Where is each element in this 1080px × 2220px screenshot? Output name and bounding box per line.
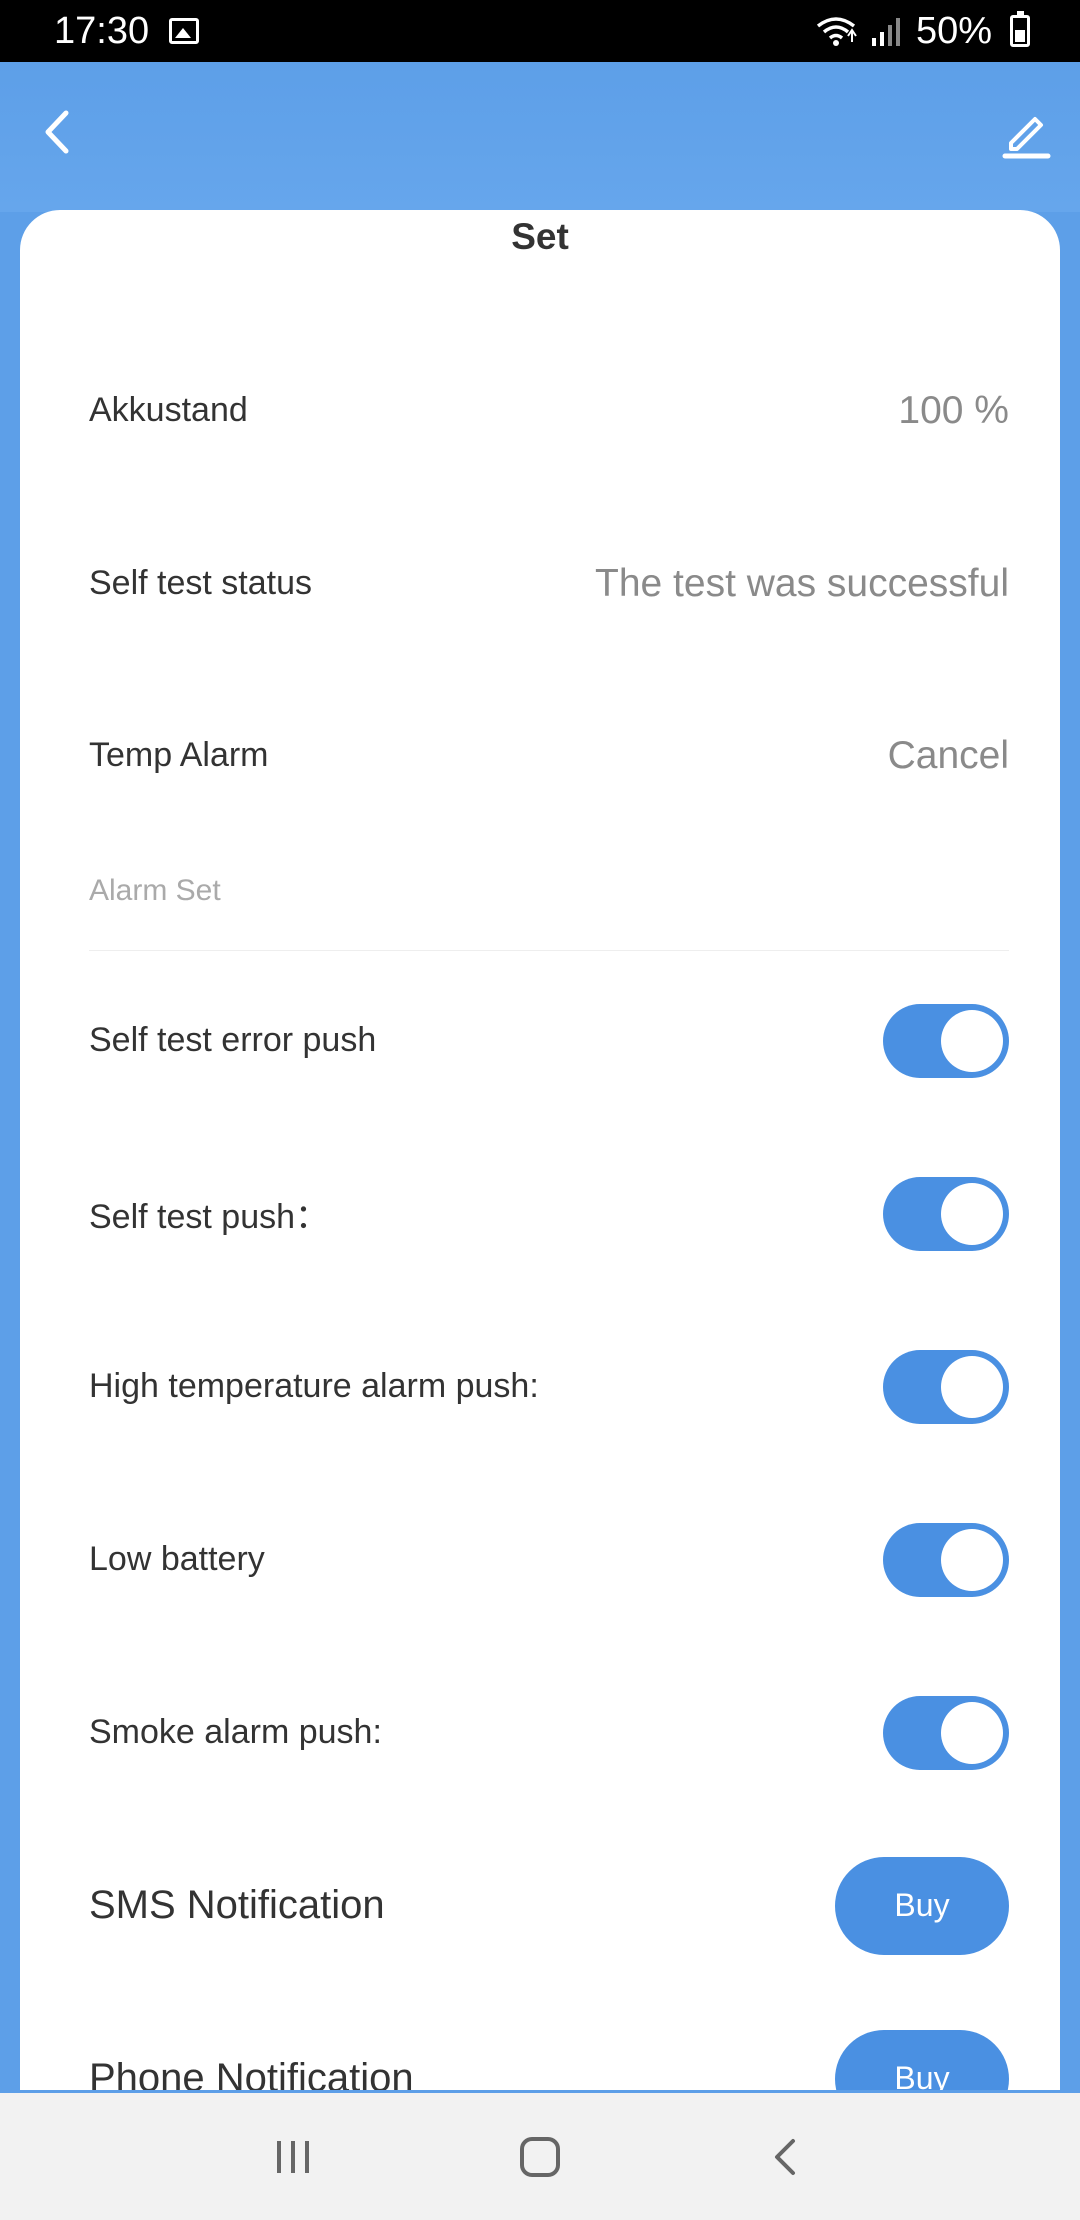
- purchase-label: Phone Notification: [89, 2056, 414, 2090]
- wifi-icon: [816, 17, 857, 46]
- battery-percent: 50%: [915, 9, 992, 52]
- toggle-row-high-temperature-alarm: High temperature alarm push:: [89, 1300, 1009, 1473]
- system-nav-bar: [0, 2093, 1080, 2220]
- info-value: 100 %: [898, 388, 1009, 432]
- phone-buy-button[interactable]: Buy: [835, 2029, 1009, 2090]
- gallery-icon: [169, 18, 200, 44]
- toggle-knob: [941, 1355, 1003, 1418]
- toggle-knob: [941, 1701, 1003, 1764]
- recent-apps-button[interactable]: [253, 2117, 333, 2197]
- status-bar: 17:30 50%: [0, 0, 1080, 62]
- toggle-label: Self test error push: [89, 1021, 377, 1059]
- edit-button[interactable]: [998, 106, 1054, 162]
- info-row-temp-alarm[interactable]: Temp Alarm Cancel: [89, 669, 1009, 842]
- battery-icon: [1010, 11, 1030, 47]
- info-label: Temp Alarm: [89, 736, 269, 774]
- divider: [89, 950, 1009, 951]
- nav-back-button[interactable]: [747, 2117, 827, 2197]
- high-temperature-alarm-toggle[interactable]: [883, 1349, 1009, 1424]
- toggle-knob: [941, 1009, 1003, 1072]
- home-button[interactable]: [500, 2117, 580, 2197]
- info-value[interactable]: Cancel: [888, 734, 1009, 778]
- smoke-alarm-push-toggle[interactable]: [883, 1695, 1009, 1770]
- toggle-row-smoke-alarm-push: Smoke alarm push:: [89, 1646, 1009, 1819]
- settings-sheet: Set Akkustand 100 % Self test status The…: [20, 210, 1060, 2090]
- back-icon: [774, 2138, 795, 2175]
- toggle-knob: [941, 1182, 1003, 1245]
- home-icon: [519, 2136, 560, 2177]
- toggle-knob: [941, 1528, 1003, 1591]
- info-value: The test was successful: [595, 561, 1009, 605]
- page-title: Set: [511, 216, 569, 257]
- app-header: [0, 62, 1080, 212]
- info-label: Self test status: [89, 564, 312, 602]
- toggle-label: Low battery: [89, 1540, 265, 1578]
- purchase-row-phone-notification: Phone Notification Buy: [89, 1992, 1009, 2090]
- purchase-label: SMS Notification: [89, 1883, 385, 1927]
- self-test-push-toggle[interactable]: [883, 1176, 1009, 1251]
- toggle-label: Smoke alarm push:: [89, 1713, 382, 1751]
- toggle-label: Self test push：: [89, 1198, 330, 1236]
- chevron-left-icon: [45, 110, 69, 154]
- recent-apps-icon: [277, 2140, 310, 2173]
- toggle-row-self-test-error-push: Self test error push: [89, 954, 1009, 1127]
- purchase-row-sms-notification: SMS Notification Buy: [89, 1819, 1009, 1992]
- back-button[interactable]: [30, 104, 86, 160]
- info-row-self-test-status: Self test status The test was successful: [89, 497, 1009, 670]
- status-time: 17:30: [54, 9, 150, 52]
- toggle-row-self-test-push: Self test push：: [89, 1127, 1009, 1300]
- info-row-battery-level: Akkustand 100 %: [89, 324, 1009, 497]
- signal-icon: [871, 18, 900, 46]
- sms-buy-button[interactable]: Buy: [835, 1856, 1009, 1955]
- low-battery-toggle[interactable]: [883, 1522, 1009, 1597]
- toggle-row-low-battery: Low battery: [89, 1473, 1009, 1646]
- self-test-error-push-toggle[interactable]: [883, 1003, 1009, 1078]
- pencil-icon: [1002, 117, 1051, 159]
- screen: 17:30 50% Set Akkustand 100 % Self test …: [0, 0, 1080, 2220]
- toggle-label: High temperature alarm push:: [89, 1367, 539, 1405]
- section-label-alarm-set: Alarm Set: [89, 874, 221, 907]
- info-label: Akkustand: [89, 391, 248, 429]
